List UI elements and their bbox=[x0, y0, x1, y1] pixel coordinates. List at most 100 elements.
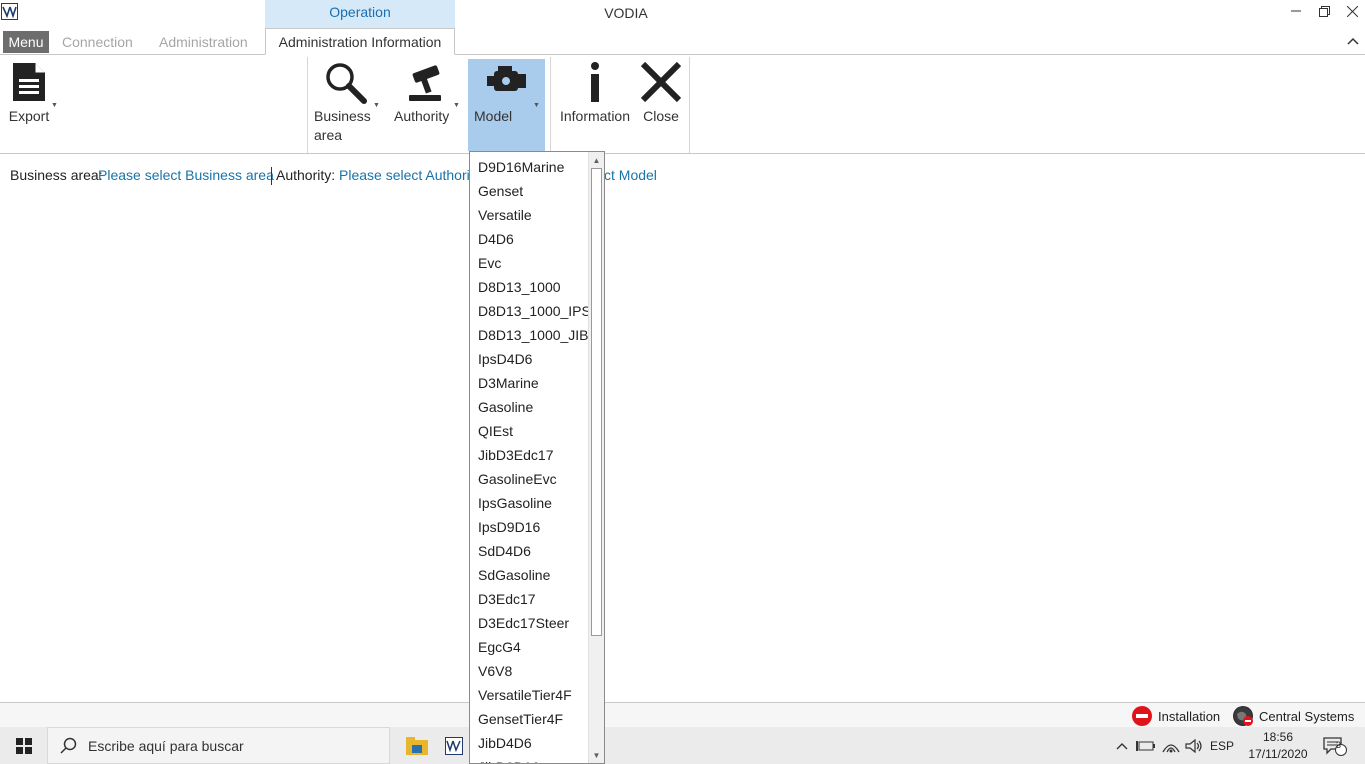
close-label: Close bbox=[643, 108, 679, 124]
ribbon-toolbar: Export ▼ Business area ▼ Authority ▼ Mod… bbox=[0, 54, 1365, 154]
model-options: D9D16Marine Genset Versatile D4D6 Evc D8D13_1… bbox=[470, 155, 591, 763]
model-filter-link[interactable]: ct Model bbox=[604, 167, 657, 183]
authority-label: Authority bbox=[394, 108, 450, 124]
model-option[interactable]: JibD9D16 bbox=[470, 755, 588, 763]
document-icon bbox=[4, 61, 54, 103]
model-button[interactable]: Model ▼ bbox=[468, 59, 545, 151]
central-systems-status-label: Central Systems bbox=[1259, 708, 1355, 724]
app-logo-icon bbox=[1, 3, 18, 20]
notifications-icon[interactable]: 3 bbox=[1320, 727, 1350, 764]
close-x-icon bbox=[638, 61, 684, 103]
model-dropdown-list[interactable]: D9D16Marine Genset Versatile D4D6 Evc D8D13_1… bbox=[469, 151, 605, 764]
model-option[interactable]: GensetTier4F bbox=[470, 707, 588, 731]
filter-divider bbox=[271, 167, 272, 185]
vodia-window: Operation VODIA Menu Connection Administ… bbox=[0, 0, 1365, 764]
model-option[interactable]: IpsD9D16 bbox=[470, 515, 588, 539]
tab-administration[interactable]: Administration bbox=[159, 31, 248, 53]
model-option[interactable]: Versatile bbox=[470, 203, 588, 227]
taskbar-clock[interactable]: 18:56 17/11/2020 bbox=[1243, 729, 1313, 763]
authority-dropdown-arrow-icon: ▼ bbox=[453, 102, 460, 109]
model-dropdown-arrow-icon: ▼ bbox=[533, 102, 540, 109]
vodia-taskbar-icon[interactable] bbox=[440, 727, 468, 764]
model-option[interactable]: D3Edc17Steer bbox=[470, 611, 588, 635]
menu-tab[interactable]: Menu bbox=[3, 31, 49, 53]
model-option[interactable]: IpsGasoline bbox=[470, 491, 588, 515]
language-indicator[interactable]: ESP bbox=[1209, 727, 1235, 764]
window-title: VODIA bbox=[604, 5, 648, 21]
central-systems-status[interactable]: Central Systems bbox=[1233, 706, 1354, 726]
business-area-label-line1: Business bbox=[314, 108, 371, 124]
model-option[interactable]: D8D13_1000 bbox=[470, 275, 588, 299]
model-option[interactable]: Genset bbox=[470, 179, 588, 203]
model-option[interactable]: JibD3Edc17 bbox=[470, 443, 588, 467]
model-option[interactable]: JibD4D6 bbox=[470, 731, 588, 755]
windows-start-icon[interactable] bbox=[0, 727, 47, 764]
export-label: Export bbox=[8, 108, 50, 124]
file-explorer-icon[interactable] bbox=[396, 727, 438, 764]
volume-icon[interactable] bbox=[1183, 727, 1205, 764]
installation-status-label: Installation bbox=[1158, 708, 1221, 724]
model-option[interactable]: D3Edc17 bbox=[470, 587, 588, 611]
model-option[interactable]: GasolineEvc bbox=[470, 467, 588, 491]
business-area-button[interactable]: Business area ▼ bbox=[311, 59, 381, 151]
close-button[interactable]: Close bbox=[638, 59, 684, 151]
model-label: Model bbox=[474, 108, 513, 124]
windows-taskbar: Escribe aquí para buscar ESP 18:56 17/11… bbox=[0, 727, 1365, 764]
model-option[interactable]: SdGasoline bbox=[470, 563, 588, 587]
information-label: Information bbox=[559, 108, 631, 124]
battery-icon[interactable] bbox=[1135, 727, 1157, 764]
collapse-ribbon-icon[interactable] bbox=[1344, 31, 1362, 51]
model-option[interactable]: D3Marine bbox=[470, 371, 588, 395]
dropdown-scrollbar[interactable]: ▲ ▼ bbox=[588, 152, 604, 763]
ribbon-separator bbox=[550, 57, 551, 153]
authority-button[interactable]: Authority ▼ bbox=[391, 59, 461, 151]
export-button[interactable]: Export ▼ bbox=[4, 59, 58, 151]
window-close-icon[interactable] bbox=[1338, 0, 1365, 22]
model-option[interactable]: SdD4D6 bbox=[470, 539, 588, 563]
business-area-filter-link[interactable]: Please select Business area bbox=[98, 167, 274, 183]
minimize-icon[interactable] bbox=[1282, 0, 1310, 22]
no-entry-icon bbox=[1132, 706, 1152, 726]
authority-filter-label: Authority: bbox=[276, 167, 336, 183]
globe-disconnected-icon bbox=[1233, 706, 1253, 726]
scroll-up-icon[interactable]: ▲ bbox=[589, 153, 604, 167]
search-icon bbox=[60, 737, 78, 758]
business-area-dropdown-arrow-icon: ▼ bbox=[373, 102, 380, 109]
scroll-thumb[interactable] bbox=[591, 168, 602, 636]
clock-date: 17/11/2020 bbox=[1248, 747, 1308, 761]
model-option[interactable]: EgcG4 bbox=[470, 635, 588, 659]
ribbon-separator bbox=[307, 57, 308, 153]
model-option[interactable]: Gasoline bbox=[470, 395, 588, 419]
business-area-label: Business area bbox=[314, 107, 384, 145]
installation-status[interactable]: Installation bbox=[1132, 706, 1220, 726]
taskbar-search-box[interactable]: Escribe aquí para buscar bbox=[47, 727, 390, 764]
context-tab-operation: Operation bbox=[265, 0, 455, 28]
model-option[interactable]: D8D13_1000_JIB bbox=[470, 323, 589, 347]
export-dropdown-arrow-icon: ▼ bbox=[51, 102, 58, 109]
model-option[interactable]: QIEst bbox=[470, 419, 588, 443]
clock-time: 18:56 bbox=[1262, 730, 1294, 744]
tray-expand-icon[interactable] bbox=[1112, 727, 1132, 764]
magnifier-icon bbox=[311, 61, 381, 105]
scroll-down-icon[interactable]: ▼ bbox=[589, 748, 604, 762]
wifi-icon[interactable] bbox=[1160, 727, 1182, 764]
ribbon-separator bbox=[689, 57, 690, 153]
restore-icon[interactable] bbox=[1310, 0, 1338, 22]
tab-connection[interactable]: Connection bbox=[62, 31, 133, 53]
status-bar: Installation Central Systems bbox=[0, 702, 1365, 727]
model-option[interactable]: IpsD4D6 bbox=[470, 347, 588, 371]
taskbar-search-placeholder: Escribe aquí para buscar bbox=[88, 738, 244, 754]
business-area-label-line2: area bbox=[314, 127, 343, 143]
model-option[interactable]: VersatileTier4F bbox=[470, 683, 588, 707]
business-area-filter-label: Business area: bbox=[10, 167, 103, 183]
model-option[interactable]: D8D13_1000_IPS bbox=[470, 299, 591, 323]
model-option[interactable]: V6V8 bbox=[470, 659, 588, 683]
model-option[interactable]: Evc bbox=[470, 251, 588, 275]
model-option[interactable]: D4D6 bbox=[470, 227, 588, 251]
engine-icon bbox=[468, 61, 545, 101]
information-button[interactable]: Information bbox=[556, 59, 634, 151]
tab-administration-information[interactable]: Administration Information bbox=[265, 28, 455, 55]
model-option[interactable]: D9D16Marine bbox=[470, 155, 588, 179]
authority-filter-link[interactable]: Please select Authority bbox=[339, 167, 481, 183]
gavel-icon bbox=[391, 61, 461, 103]
